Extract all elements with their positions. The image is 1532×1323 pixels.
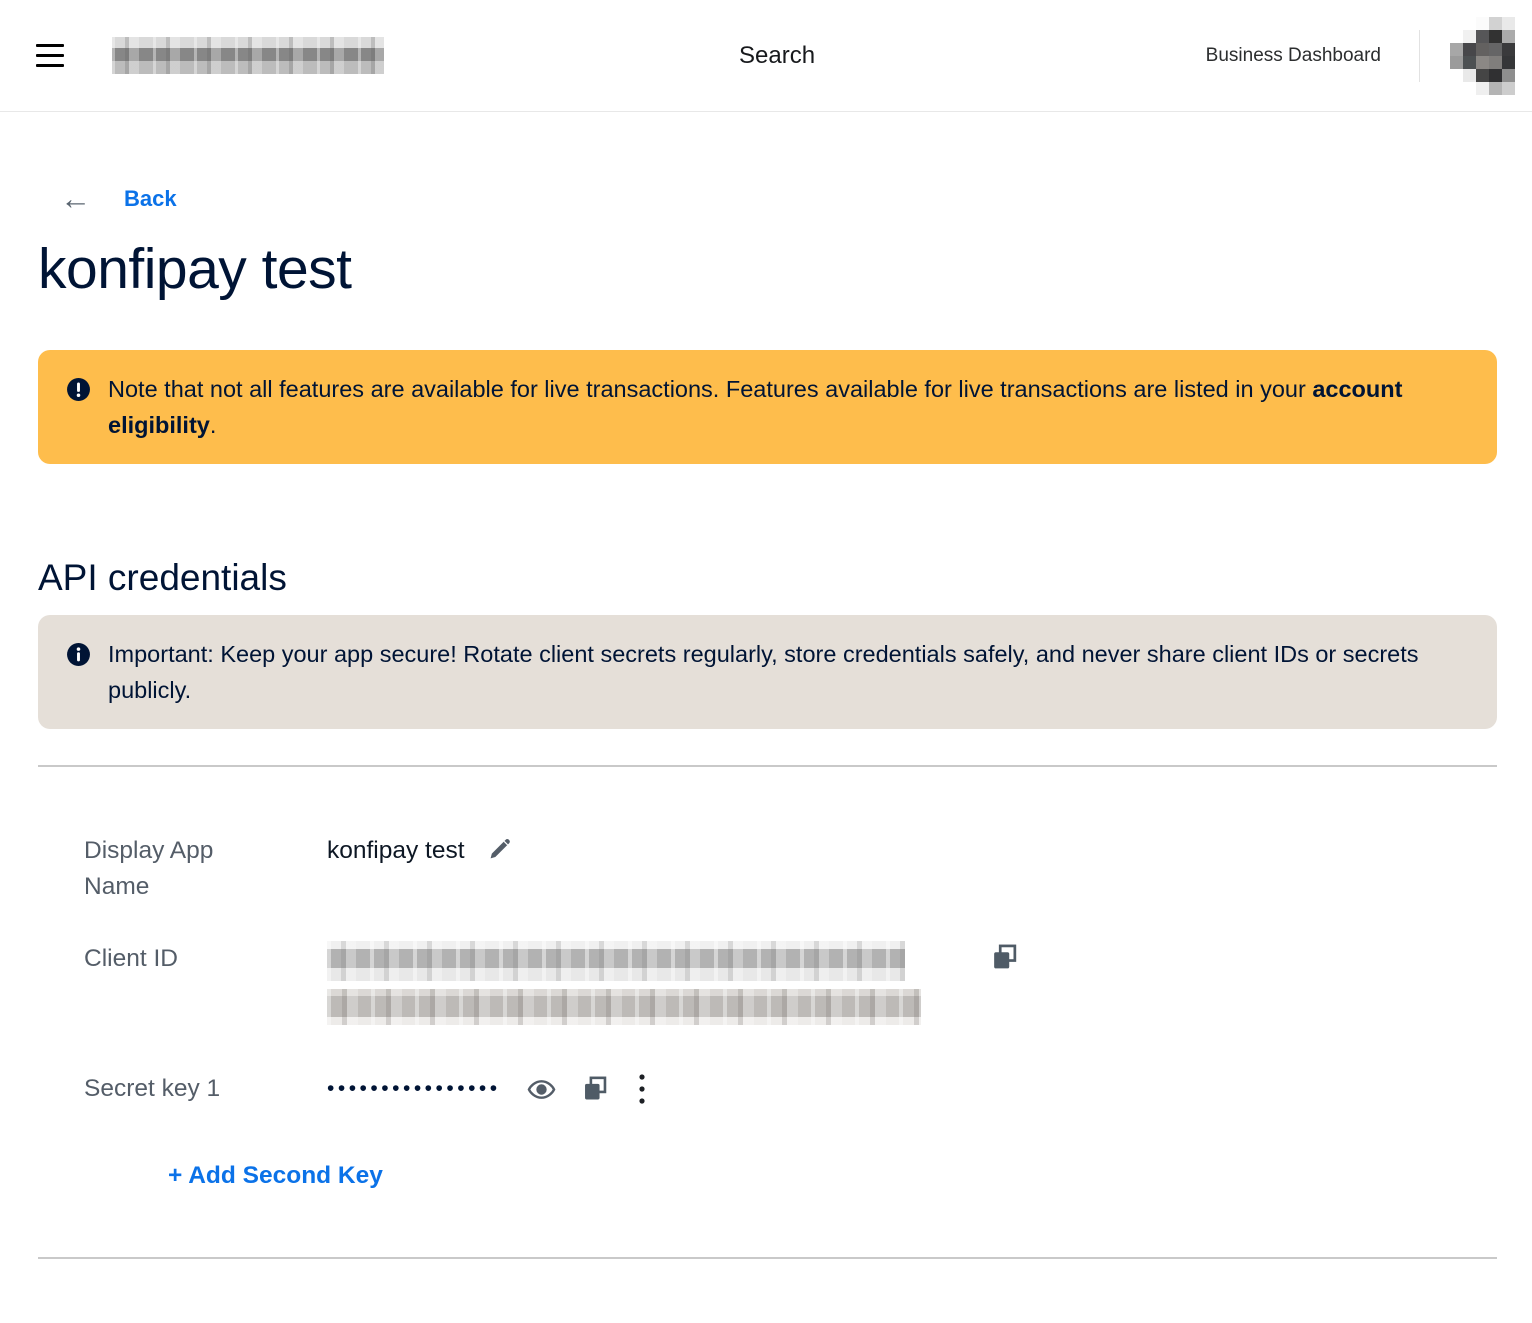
client-id-label: Client ID [84, 941, 252, 977]
app-logo[interactable] [112, 37, 384, 74]
top-navbar: Search Business Dashboard [0, 0, 1532, 112]
display-app-name-row: Display App Name konfipay test [84, 833, 1497, 905]
display-app-name-label: Display App Name [84, 833, 252, 905]
secret-key-label: Secret key 1 [84, 1071, 252, 1107]
warning-banner-text: Note that not all features are available… [108, 371, 1469, 443]
navbar-right: Business Dashboard [1206, 17, 1515, 95]
navbar-divider [1419, 30, 1420, 82]
search-nav-item[interactable]: Search [739, 42, 815, 70]
info-icon [66, 642, 91, 667]
divider-top [38, 765, 1497, 767]
back-arrow-icon[interactable]: ← [60, 184, 91, 214]
client-id-blur-line-2 [327, 989, 921, 1025]
more-options-kebab-icon[interactable] [638, 1072, 646, 1106]
display-app-name-value: konfipay test [327, 833, 465, 869]
back-link[interactable]: Back [124, 184, 177, 214]
exclamation-icon [66, 377, 91, 402]
menu-icon[interactable] [36, 44, 64, 67]
show-secret-eye-icon[interactable] [527, 1075, 556, 1104]
api-credentials-heading: API credentials [38, 556, 1532, 600]
info-banner: Important: Keep your app secure! Rotate … [38, 615, 1497, 729]
copy-secret-key-icon[interactable] [582, 1075, 608, 1103]
divider-bottom [38, 1257, 1497, 1259]
business-dashboard-link[interactable]: Business Dashboard [1206, 45, 1381, 67]
secret-key-masked-value: •••••••••••••••• [327, 1071, 501, 1107]
info-banner-text: Important: Keep your app secure! Rotate … [108, 636, 1469, 708]
add-second-key-link[interactable]: + Add Second Key [168, 1161, 383, 1191]
edit-pencil-icon[interactable] [487, 835, 514, 862]
warning-text-before: Note that not all features are available… [108, 376, 1312, 402]
client-id-value-redacted [327, 941, 921, 1025]
warning-text-after: . [210, 412, 217, 438]
avatar[interactable] [1450, 17, 1515, 95]
client-id-blur-line-1 [327, 941, 905, 981]
secret-key-row: Secret key 1 •••••••••••••••• [84, 1071, 1497, 1107]
page-title: konfipay test [38, 236, 1532, 302]
back-row: ← Back [60, 184, 1532, 214]
warning-banner: Note that not all features are available… [38, 350, 1497, 464]
client-id-row: Client ID [84, 941, 1497, 1025]
copy-client-id-icon[interactable] [991, 943, 1018, 972]
credentials-form: Display App Name konfipay test Client ID… [84, 833, 1497, 1191]
